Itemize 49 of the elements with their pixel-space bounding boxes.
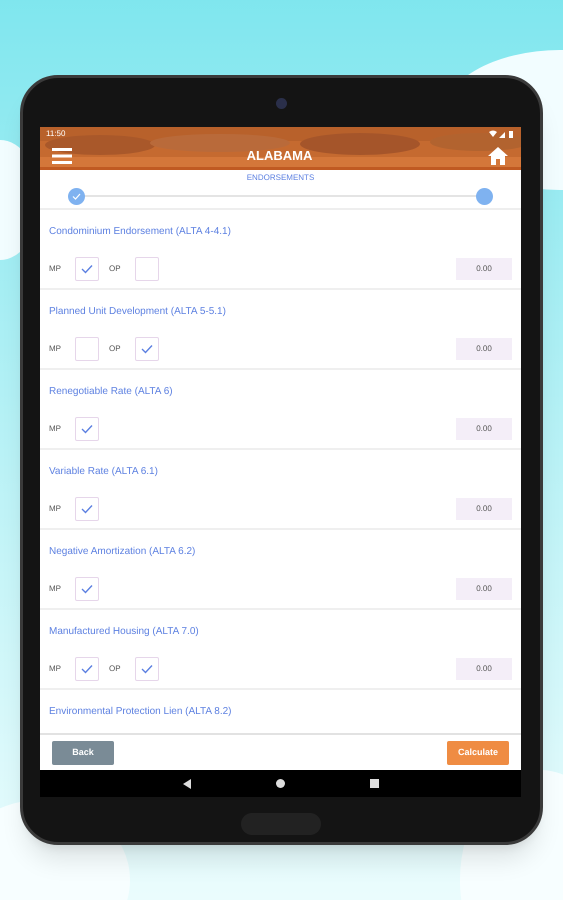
endorsement-title: Manufactured Housing (ALTA 7.0) — [49, 625, 200, 639]
option-label: MP — [49, 583, 62, 595]
back-button[interactable]: Back — [52, 740, 114, 764]
checkbox[interactable] — [75, 497, 99, 521]
endorsement-title: Renegotiable Rate (ALTA 6) — [49, 385, 174, 399]
check-icon — [81, 264, 93, 274]
amount-field[interactable]: 0.00 — [456, 258, 512, 280]
amount-field[interactable]: 0.00 — [456, 578, 512, 600]
amount-field[interactable]: 0.00 — [456, 338, 512, 360]
endorsement-title: Condominium Endorsement (ALTA 4-4.1) — [49, 225, 232, 239]
checkbox[interactable] — [75, 417, 99, 441]
signal-icon — [489, 130, 515, 138]
screen-title: ALABAMA — [246, 146, 312, 165]
home-icon[interactable] — [276, 779, 284, 788]
check-icon — [72, 192, 81, 200]
option-label: OP — [109, 263, 122, 275]
recents-icon[interactable] — [370, 779, 378, 788]
option-label: MP — [49, 343, 62, 355]
check-icon — [81, 664, 93, 674]
option-label: MP — [49, 663, 62, 675]
checkbox[interactable] — [135, 337, 159, 361]
camera-icon — [276, 98, 287, 109]
step-title: ENDORSEMENTS — [246, 172, 314, 184]
checkbox[interactable] — [135, 657, 159, 681]
endorsement-title: Environmental Protection Lien (ALTA 8.2) — [49, 705, 232, 719]
option-label: MP — [49, 263, 62, 275]
option-label: MP — [49, 503, 62, 515]
amount-field[interactable]: 0.00 — [456, 498, 512, 520]
endorsement-title: Planned Unit Development (ALTA 5-5.1) — [49, 305, 227, 319]
check-icon — [81, 504, 93, 514]
amount-field[interactable]: 0.00 — [456, 658, 512, 680]
endorsement-title: Negative Amortization (ALTA 6.2) — [49, 545, 196, 559]
check-icon — [81, 584, 93, 594]
checkbox[interactable] — [75, 257, 99, 281]
checkbox[interactable] — [75, 657, 99, 681]
endorsement-title: Variable Rate (ALTA 6.1) — [49, 465, 159, 479]
option-label: OP — [109, 663, 122, 675]
checkbox[interactable] — [75, 577, 99, 601]
check-icon — [141, 344, 153, 354]
option-label: OP — [109, 343, 122, 355]
checkbox[interactable] — [75, 337, 99, 361]
menu-icon[interactable] — [52, 148, 72, 164]
check-icon — [141, 664, 153, 674]
option-label: MP — [49, 423, 62, 435]
checkbox[interactable] — [135, 257, 159, 281]
amount-field[interactable]: 0.00 — [456, 418, 512, 440]
check-icon — [81, 424, 93, 434]
status-time: 11:50 — [46, 128, 66, 140]
back-icon[interactable] — [182, 778, 190, 788]
